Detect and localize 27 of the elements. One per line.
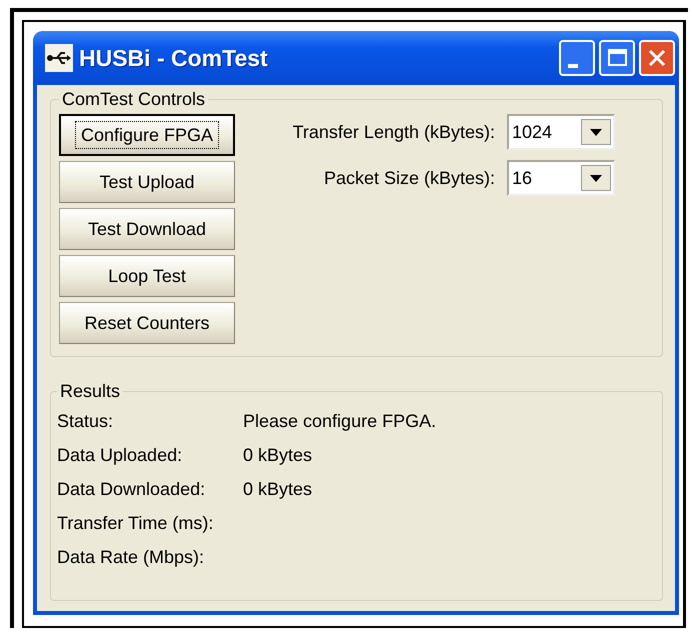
- window-title: HUSBi - ComTest: [79, 44, 269, 72]
- result-label: Data Rate (Mbps):: [57, 546, 206, 568]
- close-button[interactable]: [639, 40, 675, 76]
- action-button[interactable]: Loop Test: [59, 255, 235, 297]
- field-label: Transfer Length (kBytes):: [292, 122, 495, 142]
- action-button[interactable]: Configure FPGA: [59, 114, 235, 156]
- caret-icon: [581, 119, 611, 145]
- result-value: Please configure FPGA.: [243, 410, 436, 432]
- result-label: Data Uploaded:: [57, 444, 184, 466]
- dropdown-field[interactable]: 16: [507, 160, 615, 196]
- result-value: 0 kBytes: [243, 444, 312, 466]
- dropdown-field[interactable]: 1024: [507, 114, 615, 150]
- field-label: Packet Size (kBytes):: [324, 168, 495, 188]
- minimize-button[interactable]: [559, 40, 595, 76]
- result-label: Status:: [57, 410, 114, 432]
- result-label: Transfer Time (ms):: [57, 512, 214, 534]
- group-title: ComTest Controls: [61, 89, 206, 110]
- result-value: 0 kBytes: [243, 478, 312, 500]
- caret-icon: [581, 165, 611, 191]
- result-label: Data Downloaded:: [57, 478, 206, 500]
- action-button[interactable]: Test Download: [59, 208, 235, 250]
- action-button[interactable]: Reset Counters: [59, 302, 235, 344]
- minimize-icon: [568, 64, 578, 68]
- group-title: Results: [59, 381, 122, 402]
- maximize-button[interactable]: [599, 40, 635, 76]
- action-button[interactable]: Test Upload: [59, 161, 235, 203]
- usb-icon: [45, 44, 73, 72]
